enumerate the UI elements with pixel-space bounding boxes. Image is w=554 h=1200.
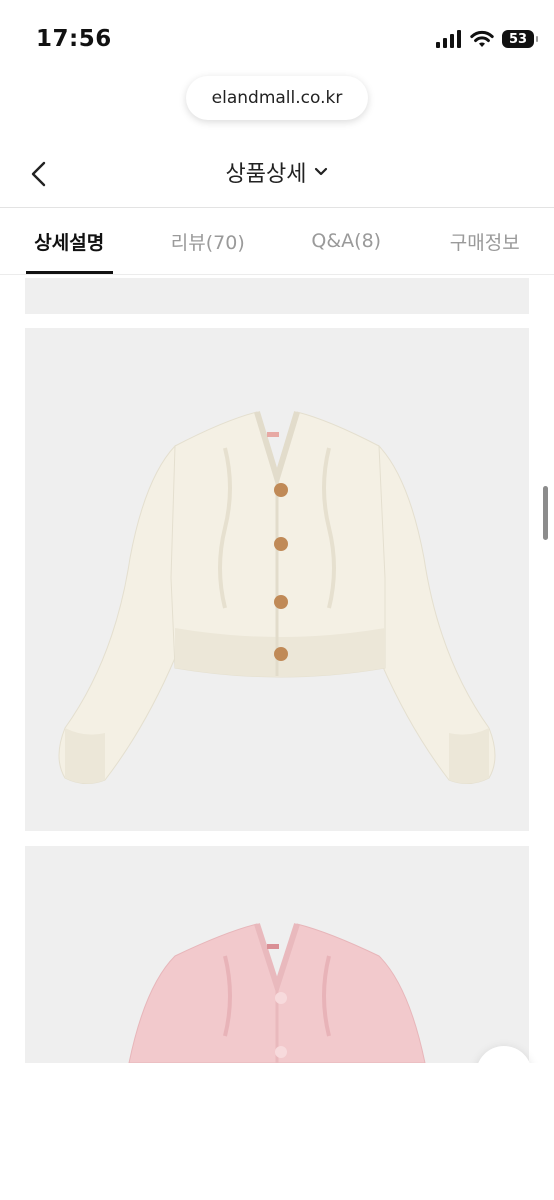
status-icons: 53 — [436, 30, 538, 48]
status-time: 17:56 — [36, 26, 112, 52]
battery-level: 53 — [508, 31, 528, 47]
header-title-dropdown[interactable]: 상품상세 — [0, 156, 554, 188]
cream-cardigan-illustration — [58, 411, 496, 784]
status-bar: 17:56 53 — [0, 0, 554, 80]
tab-reviews[interactable]: 리뷰(70) — [139, 208, 278, 274]
tabs-divider — [0, 274, 554, 275]
screen: 17:56 53 elandmall.co.kr 상품상세 상세설명 리뷰(70… — [0, 0, 554, 1200]
tab-label: 구매정보 — [449, 231, 520, 254]
tab-qna[interactable]: Q&A(8) — [277, 208, 416, 274]
product-image-cream-cardigan — [25, 328, 529, 831]
product-image-pink-cardigan — [25, 846, 529, 1063]
product-image-partial — [25, 278, 529, 314]
tab-purchase-info[interactable]: 구매정보 — [416, 208, 554, 274]
wifi-icon — [470, 30, 494, 47]
bottom-toolbar-area — [0, 1063, 554, 1200]
tab-label: Q&A(8) — [311, 230, 382, 252]
chevron-down-icon — [315, 167, 328, 176]
pink-cardigan-illustration — [128, 923, 426, 1063]
page-header: 상품상세 — [0, 140, 554, 206]
detail-tabs: 상세설명 리뷰(70) Q&A(8) 구매정보 — [0, 208, 554, 274]
tab-description[interactable]: 상세설명 — [0, 208, 139, 274]
battery-icon: 53 — [502, 30, 538, 48]
cellular-signal-icon — [436, 30, 461, 48]
tab-label: 리뷰(70) — [170, 231, 245, 254]
tab-label: 상세설명 — [34, 231, 105, 254]
address-bar[interactable]: elandmall.co.kr — [186, 76, 368, 120]
address-bar-url: elandmall.co.kr — [211, 88, 343, 108]
page-title: 상품상세 — [225, 162, 307, 187]
scrollbar[interactable] — [543, 486, 548, 540]
